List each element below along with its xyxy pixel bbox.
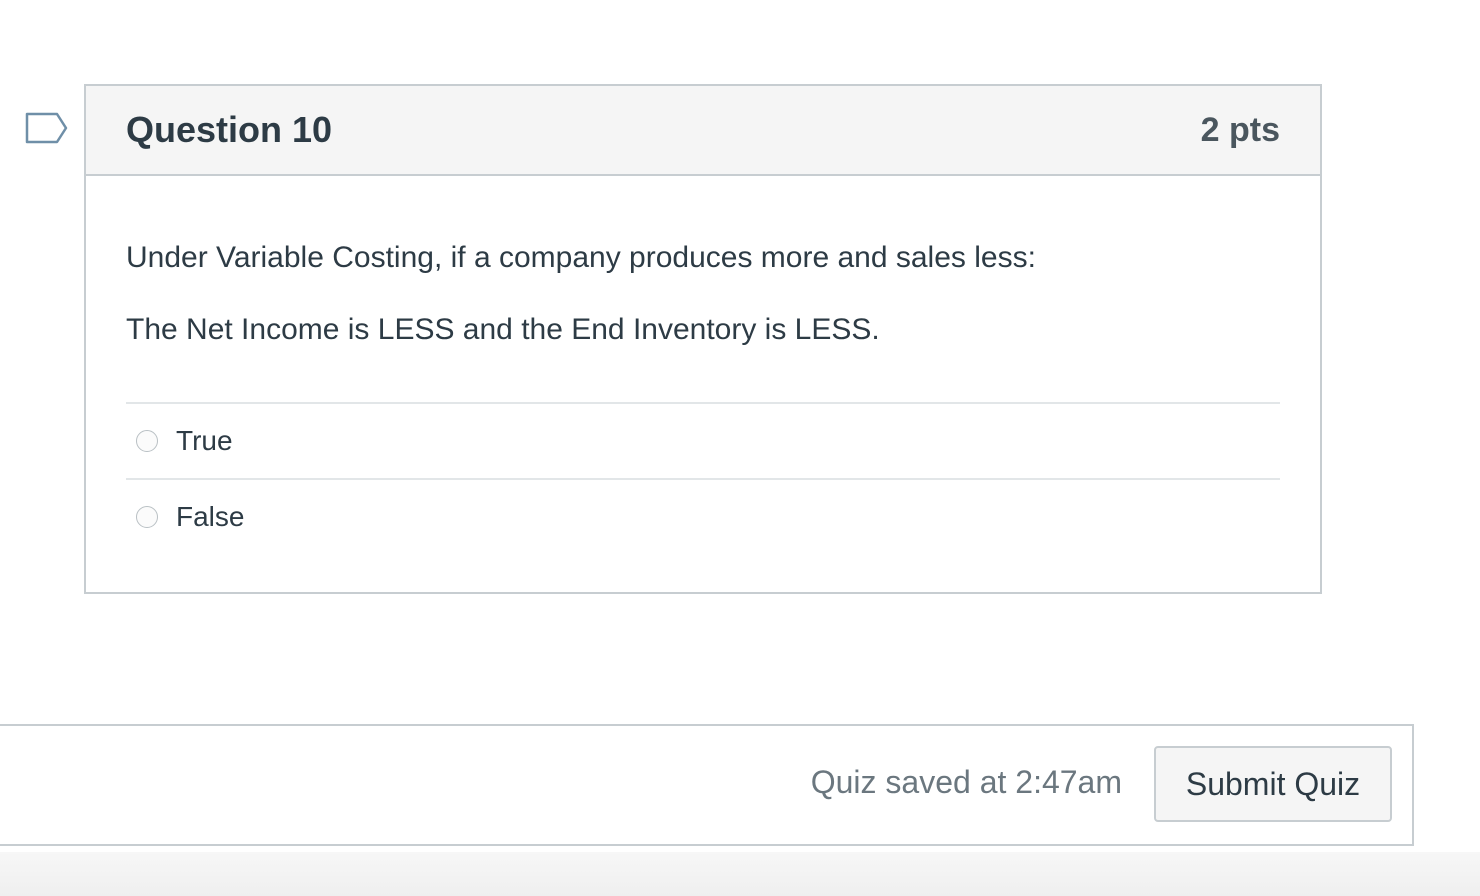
- question-points: 2 pts: [1200, 110, 1280, 149]
- quiz-footer: Quiz saved at 2:47am Submit Quiz: [0, 724, 1414, 846]
- answer-option-false[interactable]: False: [126, 480, 1280, 554]
- radio-button[interactable]: [136, 430, 158, 452]
- answer-label[interactable]: True: [176, 425, 233, 457]
- question-title: Question 10: [126, 109, 333, 150]
- question-card: Question 10 2 pts Under Variable Costing…: [84, 84, 1322, 594]
- question-text-line: The Net Income is LESS and the End Inven…: [126, 313, 880, 346]
- submit-quiz-button[interactable]: Submit Quiz: [1154, 746, 1392, 822]
- page-bottom-shade: [0, 852, 1480, 896]
- flag-question-icon[interactable]: [25, 112, 69, 146]
- radio-button[interactable]: [136, 506, 158, 528]
- quiz-saved-status: Quiz saved at 2:47am: [810, 764, 1122, 800]
- answer-list: True False: [126, 402, 1280, 554]
- answer-option-true[interactable]: True: [126, 404, 1280, 480]
- question-text-line: Under Variable Costing, if a company pro…: [126, 241, 1036, 274]
- question-body: Under Variable Costing, if a company pro…: [86, 176, 1320, 554]
- question-header: Question 10 2 pts: [86, 86, 1320, 176]
- answer-label[interactable]: False: [176, 501, 244, 533]
